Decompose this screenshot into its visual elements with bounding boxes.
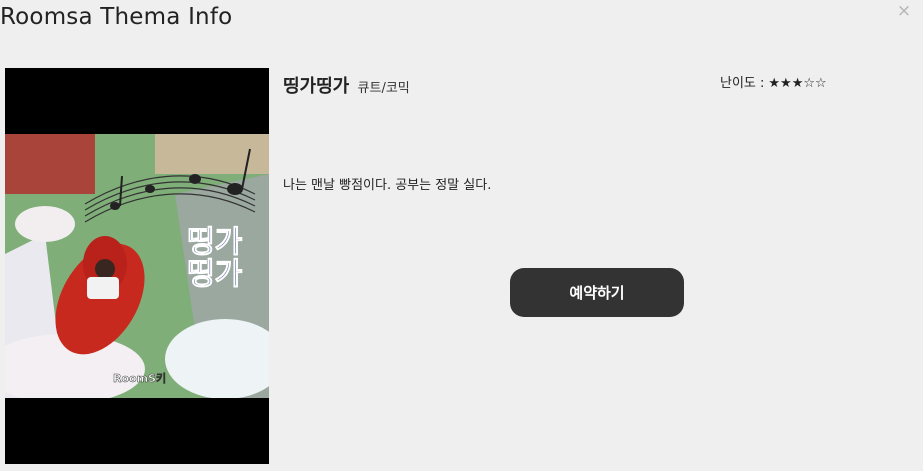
poster-title-line1: 띵가 xyxy=(187,225,243,260)
poster-title-line2: 띵가 xyxy=(187,257,243,292)
difficulty-label: 난이도 : xyxy=(720,76,765,91)
theme-genre: 큐트/코믹 xyxy=(357,81,410,96)
star-icon: ★★★☆☆ xyxy=(768,76,827,91)
theme-poster: 띵가 띵가 RoomS키 xyxy=(5,68,269,464)
theme-name: 띵가띵가 xyxy=(283,76,350,97)
difficulty-rating: 난이도 : ★★★☆☆ xyxy=(720,72,827,91)
theme-description: 나는 맨날 빵점이다. 공부는 정말 실다. xyxy=(283,178,492,193)
poster-logo: RoomS키 xyxy=(113,371,166,385)
poster-illustration: 띵가 띵가 RoomS키 xyxy=(5,134,269,398)
modal-title: Roomsa Thema Info xyxy=(0,4,233,30)
reserve-button[interactable]: 예약하기 xyxy=(510,268,684,317)
theme-title-line: 띵가띵가 큐트/코믹 xyxy=(283,72,410,98)
close-icon[interactable]: × xyxy=(895,2,913,20)
